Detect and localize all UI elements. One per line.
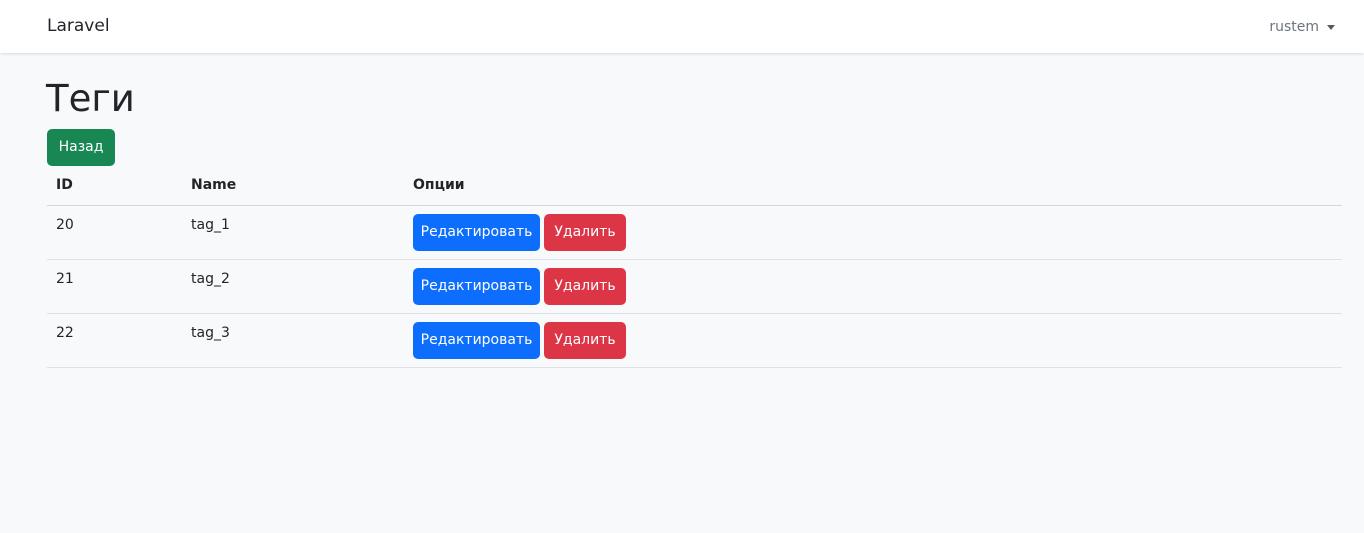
delete-button[interactable]: Удалить xyxy=(544,214,626,251)
row-id: 20 xyxy=(56,217,74,233)
edit-button[interactable]: Редактировать xyxy=(413,214,540,251)
edit-button[interactable]: Редактировать xyxy=(413,268,540,305)
user-dropdown[interactable]: rustem xyxy=(1269,17,1335,37)
row-id: 22 xyxy=(56,325,74,341)
row-name: tag_2 xyxy=(191,271,230,287)
user-name: rustem xyxy=(1269,19,1319,35)
column-header-id: ID xyxy=(56,177,73,193)
brand-link[interactable]: Laravel xyxy=(47,14,110,38)
table-row: 22 tag_3 Редактировать Удалить xyxy=(47,314,1342,368)
delete-button[interactable]: Удалить xyxy=(544,322,626,359)
delete-button[interactable]: Удалить xyxy=(544,268,626,305)
row-id: 21 xyxy=(56,271,74,287)
column-header-options: Опции xyxy=(413,177,465,193)
caret-down-icon xyxy=(1327,24,1335,30)
column-header-name: Name xyxy=(191,177,237,193)
table-row: 21 tag_2 Редактировать Удалить xyxy=(47,260,1342,314)
table-row: 20 tag_1 Редактировать Удалить xyxy=(47,206,1342,260)
back-button[interactable]: Назад xyxy=(47,129,115,166)
top-navbar: Laravel rustem xyxy=(0,0,1364,53)
edit-button[interactable]: Редактировать xyxy=(413,322,540,359)
row-name: tag_3 xyxy=(191,325,230,341)
page-title: Теги xyxy=(46,77,135,120)
row-name: tag_1 xyxy=(191,217,230,233)
